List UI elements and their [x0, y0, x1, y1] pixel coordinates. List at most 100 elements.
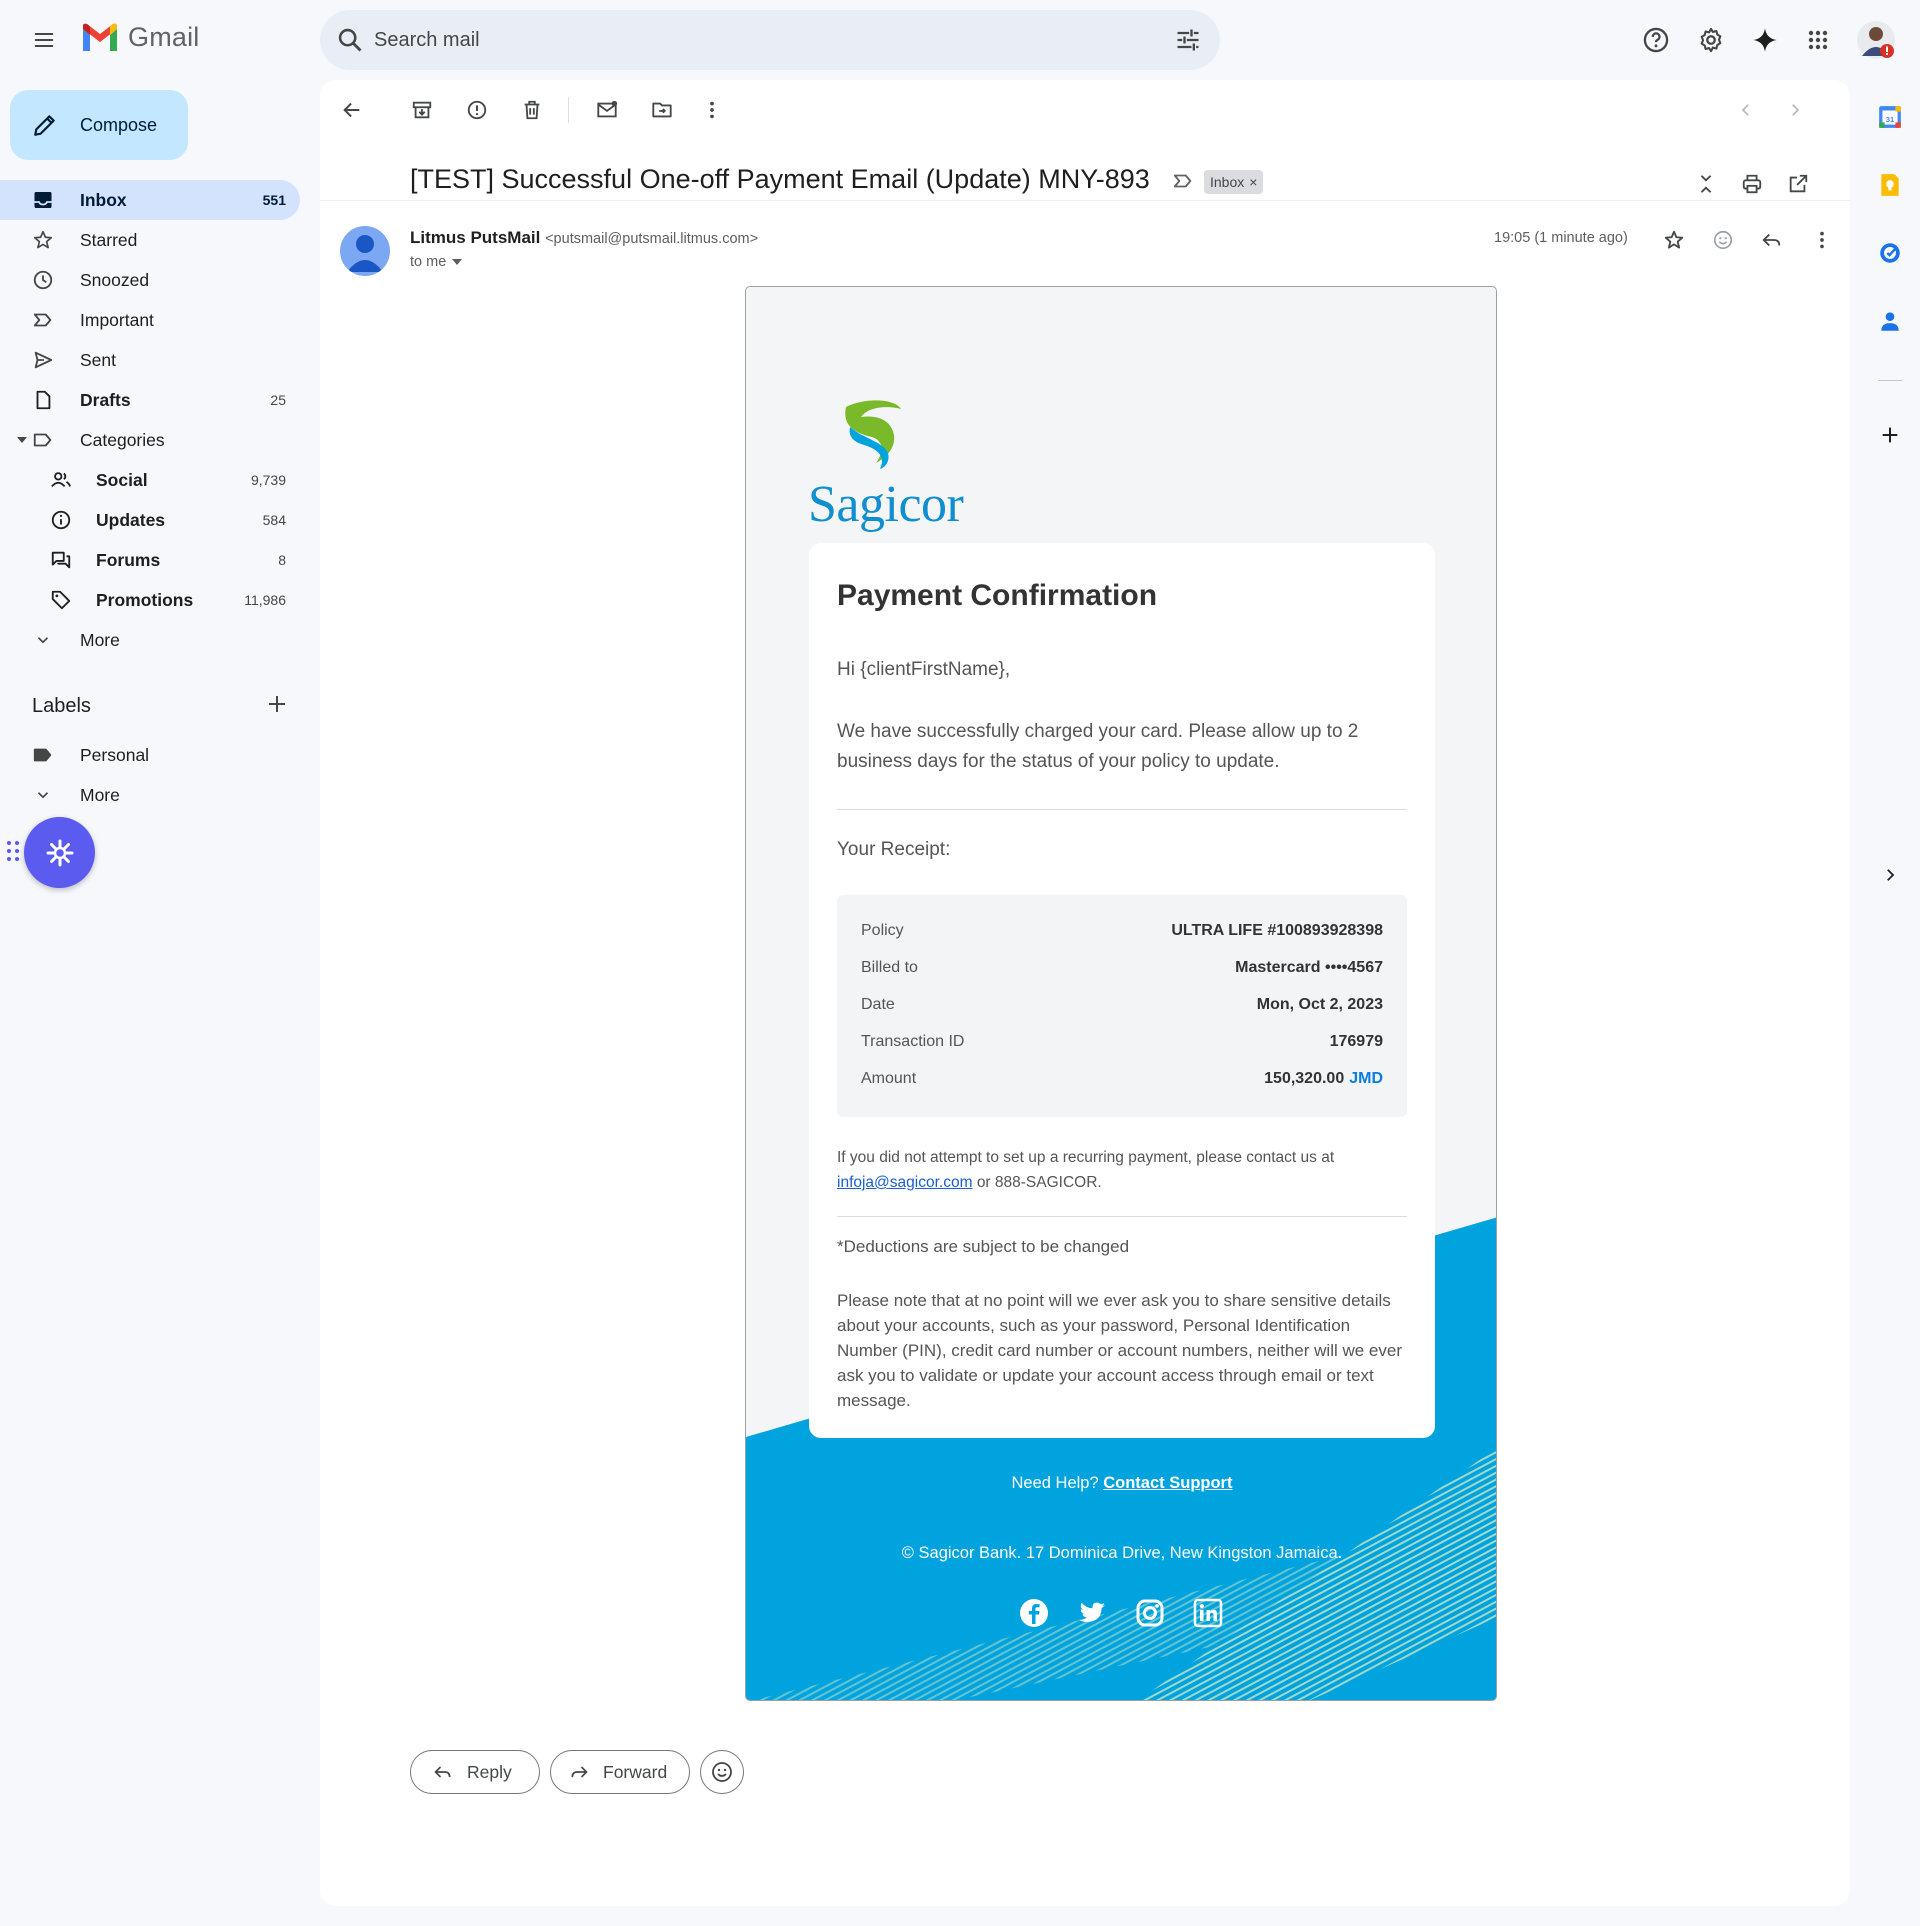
report-spam-button[interactable] [457, 90, 497, 130]
more-vert-icon [1820, 231, 1824, 249]
star-button[interactable] [1654, 220, 1694, 260]
sidebar-item-forums[interactable]: Forums 8 [0, 540, 300, 580]
sidebar-item-starred[interactable]: Starred [0, 220, 300, 260]
spam-icon [467, 100, 487, 120]
keep-app-button[interactable] [1871, 166, 1909, 204]
recipient-details[interactable]: to me [410, 254, 463, 270]
remove-label-icon[interactable]: × [1249, 174, 1257, 190]
show-side-panel-button[interactable] [1871, 856, 1909, 894]
newer-message-button[interactable] [1726, 90, 1766, 130]
send-icon [32, 349, 54, 371]
contacts-app-button[interactable] [1871, 302, 1909, 340]
receipt-key: Policy [861, 922, 904, 939]
contact-email-link[interactable]: infoja@sagicor.com [837, 1174, 973, 1191]
linkedin-icon[interactable] [1192, 1597, 1224, 1629]
older-message-button[interactable] [1775, 90, 1815, 130]
receipt-row: Amount 150,320.00 JMD [861, 1067, 1383, 1091]
sidebar-item-snoozed[interactable]: Snoozed [0, 260, 300, 300]
gear-icon [1700, 27, 1722, 53]
message-more-button[interactable] [1802, 220, 1842, 260]
labels-more[interactable]: More [0, 775, 300, 815]
sidebar-item-more[interactable]: More [0, 620, 300, 660]
forward-button[interactable]: Forward [550, 1750, 690, 1794]
search-input[interactable] [374, 20, 1134, 60]
sidebar-item-important[interactable]: Important [0, 300, 300, 340]
forward-label: Forward [603, 1761, 668, 1782]
sender-email: <putsmail@putsmail.litmus.com> [545, 231, 759, 247]
asterisk-icon [46, 839, 73, 866]
sidebar-item-inbox[interactable]: Inbox 551 [0, 180, 300, 220]
currency-code: JMD [1349, 1070, 1383, 1087]
contact-support-link[interactable]: Contact Support [1103, 1474, 1232, 1492]
sidebar-item-updates[interactable]: Updates 584 [0, 500, 300, 540]
deductions-note: *Deductions are subject to be changed [837, 1237, 1130, 1256]
emoji-reaction-button[interactable] [700, 1750, 744, 1794]
star-icon [1664, 230, 1684, 249]
mark-unread-button[interactable] [587, 90, 627, 130]
reply-icon-button[interactable] [1752, 220, 1792, 260]
collapse-all-button[interactable] [1688, 166, 1724, 202]
gmail-logo[interactable]: Gmail [80, 22, 200, 53]
search-options-icon[interactable] [1174, 26, 1202, 54]
email-heading: Payment Confirmation [837, 579, 1158, 612]
receipt-value: Mon, Oct 2, 2023 [1256, 996, 1383, 1013]
gemini-button[interactable] [1743, 18, 1787, 62]
sidebar-item-categories[interactable]: Categories [0, 420, 300, 460]
instagram-icon[interactable] [1134, 1597, 1166, 1629]
side-panel: 31 [1860, 80, 1920, 900]
get-addons-button[interactable] [1871, 416, 1909, 454]
importance-marker-icon[interactable] [1172, 170, 1194, 192]
google-apps-button[interactable] [1796, 18, 1840, 62]
delete-button[interactable] [512, 90, 552, 130]
settings-button[interactable] [1689, 18, 1733, 62]
sidebar-item-label: Personal [80, 744, 150, 765]
move-to-button[interactable] [642, 90, 682, 130]
reply-button[interactable]: Reply [410, 1750, 540, 1794]
receipt-box: Policy ULTRA LIFE #100893928398 Billed t… [837, 895, 1407, 1117]
add-reaction-button[interactable] [1703, 220, 1743, 260]
back-button[interactable] [332, 90, 372, 130]
more-actions-button[interactable] [692, 90, 732, 130]
sidebar-item-drafts[interactable]: Drafts 25 [0, 380, 300, 420]
sidebar-item-sent[interactable]: Sent [0, 340, 300, 380]
receipt-row: Date Mon, Oct 2, 2023 [861, 993, 1383, 1017]
extension-floating-button[interactable] [24, 817, 95, 888]
open-new-window-button[interactable] [1780, 166, 1816, 202]
facebook-icon[interactable] [1018, 1597, 1050, 1629]
search-icon[interactable] [336, 26, 364, 54]
twitter-icon[interactable] [1076, 1597, 1108, 1629]
main-menu-button[interactable] [22, 18, 66, 62]
support-button[interactable] [1634, 18, 1678, 62]
sender-name[interactable]: Litmus PutsMail [410, 228, 540, 247]
keep-icon [1881, 174, 1899, 196]
sidebar-item-personal[interactable]: Personal [0, 735, 300, 775]
sidebar-item-social[interactable]: Social 9,739 [0, 460, 300, 500]
brand-name: Sagicor [808, 476, 964, 533]
emoji-icon [1713, 230, 1733, 250]
chevron-right-icon [1792, 104, 1800, 116]
tasks-icon [1880, 243, 1900, 263]
print-icon [1742, 174, 1762, 194]
receipt-row: Billed to Mastercard ••••4567 [861, 956, 1383, 980]
divider [837, 1216, 1407, 1217]
drag-handle-icon[interactable] [6, 840, 20, 862]
compose-button[interactable]: Compose [10, 90, 188, 160]
add-label-icon[interactable] [265, 692, 289, 716]
account-avatar[interactable] [1854, 18, 1898, 62]
sidebar-item-label: Inbox [80, 189, 127, 210]
tasks-app-button[interactable] [1871, 234, 1909, 272]
tag-icon [50, 589, 72, 611]
forum-icon [50, 549, 72, 571]
sidebar-item-promotions[interactable]: Promotions 11,986 [0, 580, 300, 620]
caret-down-icon[interactable] [16, 435, 28, 445]
sender-avatar[interactable] [340, 226, 390, 276]
compose-label: Compose [80, 114, 158, 135]
sidebar-item-label: Sent [80, 349, 116, 370]
receipt-title: Your Receipt: [837, 839, 951, 860]
receipt-value: ULTRA LIFE #100893928398 [1171, 922, 1383, 939]
print-button[interactable] [1734, 166, 1770, 202]
help-line: Need Help? Contact Support [746, 1474, 1496, 1493]
calendar-app-button[interactable]: 31 [1871, 98, 1909, 136]
archive-button[interactable] [402, 90, 442, 130]
trash-icon [524, 100, 540, 120]
